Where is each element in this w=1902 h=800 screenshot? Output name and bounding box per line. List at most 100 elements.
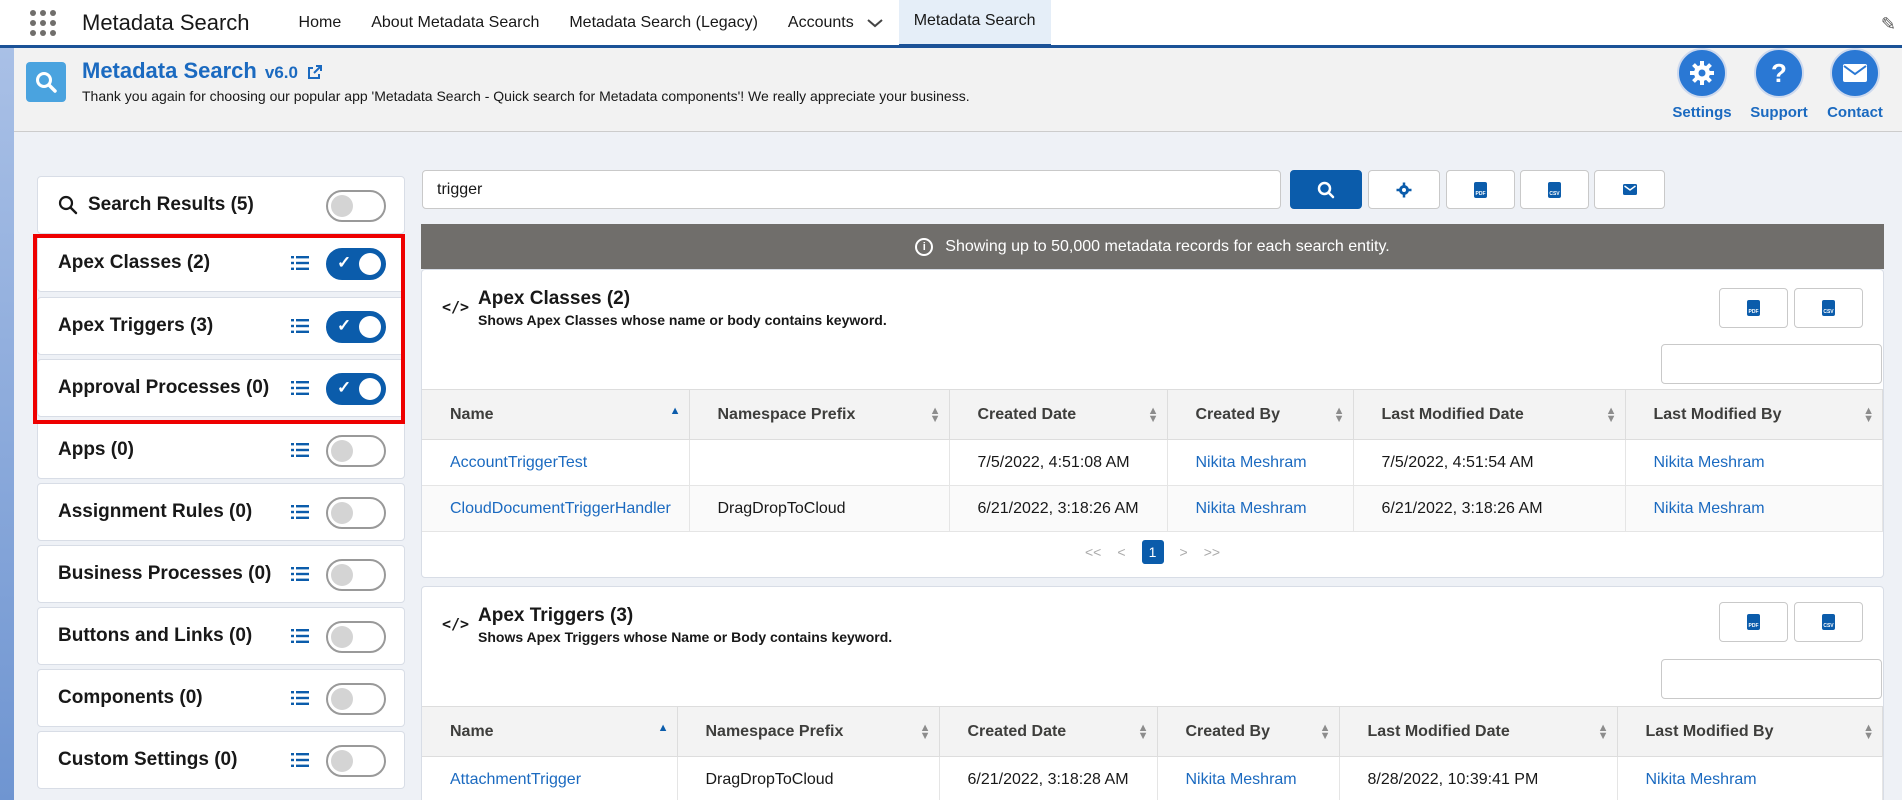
search-button[interactable] xyxy=(1290,170,1362,209)
column-header-label: Name xyxy=(450,722,494,740)
sort-icon[interactable]: ▲ ▼ xyxy=(1138,723,1149,742)
record-link[interactable]: Nikita Meshram xyxy=(1196,500,1307,517)
sidebar-item[interactable]: Components (0) xyxy=(37,669,405,727)
column-header[interactable]: Last Modified Date ▲ ▼ xyxy=(1353,389,1626,440)
column-header[interactable]: Created Date ▲ ▼ xyxy=(939,706,1158,757)
sort-icon[interactable]: ▲ ▼ xyxy=(1598,723,1609,742)
column-header-label: Name xyxy=(450,405,494,423)
settings-button[interactable]: Settings xyxy=(1667,48,1737,121)
column-header-label: Created By xyxy=(1195,405,1280,423)
sidebar-item[interactable]: Business Processes (0) xyxy=(37,545,405,603)
list-icon[interactable] xyxy=(291,441,309,459)
sidebar-item[interactable]: Apex Triggers (3) ✓ xyxy=(37,297,405,355)
toggle-switch[interactable] xyxy=(326,621,386,653)
sidebar-item[interactable]: Apps (0) xyxy=(37,421,405,479)
sort-ascending-icon[interactable]: ▲ xyxy=(670,406,681,417)
search-input[interactable] xyxy=(422,170,1281,209)
prev-page-button[interactable]: < xyxy=(1117,544,1125,560)
card-export-csv-button[interactable]: CSV xyxy=(1794,602,1863,642)
sort-icon[interactable]: ▲ ▼ xyxy=(1606,406,1617,425)
tab-home[interactable]: Home xyxy=(284,0,357,45)
sort-icon[interactable]: ▲ ▼ xyxy=(920,723,931,742)
card-filter-input[interactable] xyxy=(1661,344,1882,384)
export-csv-button[interactable]: CSV xyxy=(1520,170,1589,209)
column-header[interactable]: Name ▲ xyxy=(422,706,678,757)
toggle-switch[interactable]: ✓ xyxy=(326,248,386,280)
list-icon[interactable] xyxy=(291,689,309,707)
email-button[interactable] xyxy=(1594,170,1665,209)
sort-ascending-icon[interactable]: ▲ xyxy=(658,723,669,734)
sort-icon[interactable]: ▲ ▼ xyxy=(1334,406,1345,425)
list-icon[interactable] xyxy=(291,379,309,397)
toggle-switch[interactable] xyxy=(326,683,386,715)
list-icon[interactable] xyxy=(291,503,309,521)
toggle-switch[interactable]: ✓ xyxy=(326,373,386,405)
record-link[interactable]: AttachmentTrigger xyxy=(450,771,581,788)
column-header[interactable]: Last Modified By ▲ ▼ xyxy=(1617,706,1883,757)
list-icon[interactable] xyxy=(291,317,309,335)
sidebar-item[interactable]: Buttons and Links (0) xyxy=(37,607,405,665)
search-settings-button[interactable] xyxy=(1368,170,1440,209)
next-page-button[interactable]: > xyxy=(1180,544,1188,560)
record-link[interactable]: Nikita Meshram xyxy=(1654,454,1765,471)
column-header[interactable]: Created By ▲ ▼ xyxy=(1157,706,1340,757)
toggle-switch[interactable] xyxy=(326,745,386,777)
record-link[interactable]: Nikita Meshram xyxy=(1186,771,1297,788)
column-header[interactable]: Last Modified By ▲ ▼ xyxy=(1625,389,1883,440)
sort-icon[interactable]: ▲ ▼ xyxy=(1863,406,1874,425)
version-link[interactable]: v6.0 xyxy=(265,63,323,82)
record-link[interactable]: Nikita Meshram xyxy=(1646,771,1757,788)
column-header[interactable]: Name ▲ xyxy=(422,389,690,440)
toggle-switch[interactable] xyxy=(326,190,386,222)
toggle-switch[interactable]: ✓ xyxy=(326,311,386,343)
tab-metadata-search[interactable]: Metadata Search xyxy=(898,0,1051,47)
contact-button[interactable]: Contact xyxy=(1820,48,1890,121)
record-link[interactable]: Nikita Meshram xyxy=(1196,454,1307,471)
sort-icon[interactable]: ▲ ▼ xyxy=(1320,723,1331,742)
record-link[interactable]: CloudDocumentTriggerHandler xyxy=(450,500,671,517)
table-cell: Nikita Meshram xyxy=(1167,439,1354,486)
table-cell: AttachmentTrigger xyxy=(422,756,678,800)
toggle-switch[interactable] xyxy=(326,435,386,467)
tab-legacy[interactable]: Metadata Search (Legacy) xyxy=(554,0,773,45)
list-icon[interactable] xyxy=(291,565,309,583)
toggle-switch[interactable] xyxy=(326,559,386,591)
column-header[interactable]: Created By ▲ ▼ xyxy=(1167,389,1354,440)
external-link-icon[interactable] xyxy=(307,64,323,80)
chevron-down-icon[interactable] xyxy=(866,18,884,28)
column-header[interactable]: Namespace Prefix ▲ ▼ xyxy=(677,706,940,757)
sidebar-item[interactable]: Assignment Rules (0) xyxy=(37,483,405,541)
sort-icon[interactable]: ▲ ▼ xyxy=(1148,406,1159,425)
sort-icon[interactable]: ▲ ▼ xyxy=(930,406,941,425)
list-icon[interactable] xyxy=(291,751,309,769)
column-header[interactable]: Last Modified Date ▲ ▼ xyxy=(1339,706,1618,757)
card-export-pdf-button[interactable]: PDF xyxy=(1719,288,1788,328)
column-header[interactable]: Namespace Prefix ▲ ▼ xyxy=(689,389,950,440)
sort-icon[interactable]: ▲ ▼ xyxy=(1863,723,1874,742)
export-pdf-button[interactable]: PDF xyxy=(1446,170,1515,209)
sidebar-item[interactable]: Search Results (5) xyxy=(37,176,405,234)
card-filter-input[interactable] xyxy=(1661,659,1882,699)
record-link[interactable]: AccountTriggerTest xyxy=(450,454,587,471)
sidebar-item[interactable]: Apex Classes (2) ✓ xyxy=(37,234,405,292)
support-button[interactable]: ? Support xyxy=(1744,48,1814,121)
page-number-button[interactable]: 1 xyxy=(1141,540,1164,564)
first-page-button[interactable]: << xyxy=(1085,544,1101,560)
version-text: v6.0 xyxy=(264,63,298,82)
column-header-label: Created Date xyxy=(967,722,1067,740)
toggle-switch[interactable] xyxy=(326,497,386,529)
column-header[interactable]: Created Date ▲ ▼ xyxy=(949,389,1168,440)
list-icon[interactable] xyxy=(291,254,309,272)
record-link[interactable]: Nikita Meshram xyxy=(1654,500,1765,517)
sidebar-item[interactable]: Custom Settings (0) xyxy=(37,731,405,789)
app-launcher-icon[interactable] xyxy=(28,8,58,38)
list-icon[interactable] xyxy=(291,627,309,645)
card-export-pdf-button[interactable]: PDF xyxy=(1719,602,1788,642)
edit-pencil-icon[interactable]: ✎ xyxy=(1881,14,1896,35)
table-cell: AccountTriggerTest xyxy=(422,439,690,486)
last-page-button[interactable]: >> xyxy=(1204,544,1220,560)
sidebar-item[interactable]: Approval Processes (0) ✓ xyxy=(37,359,405,417)
tab-accounts[interactable]: Accounts xyxy=(773,0,899,45)
card-export-csv-button[interactable]: CSV xyxy=(1794,288,1863,328)
tab-about[interactable]: About Metadata Search xyxy=(356,0,554,45)
